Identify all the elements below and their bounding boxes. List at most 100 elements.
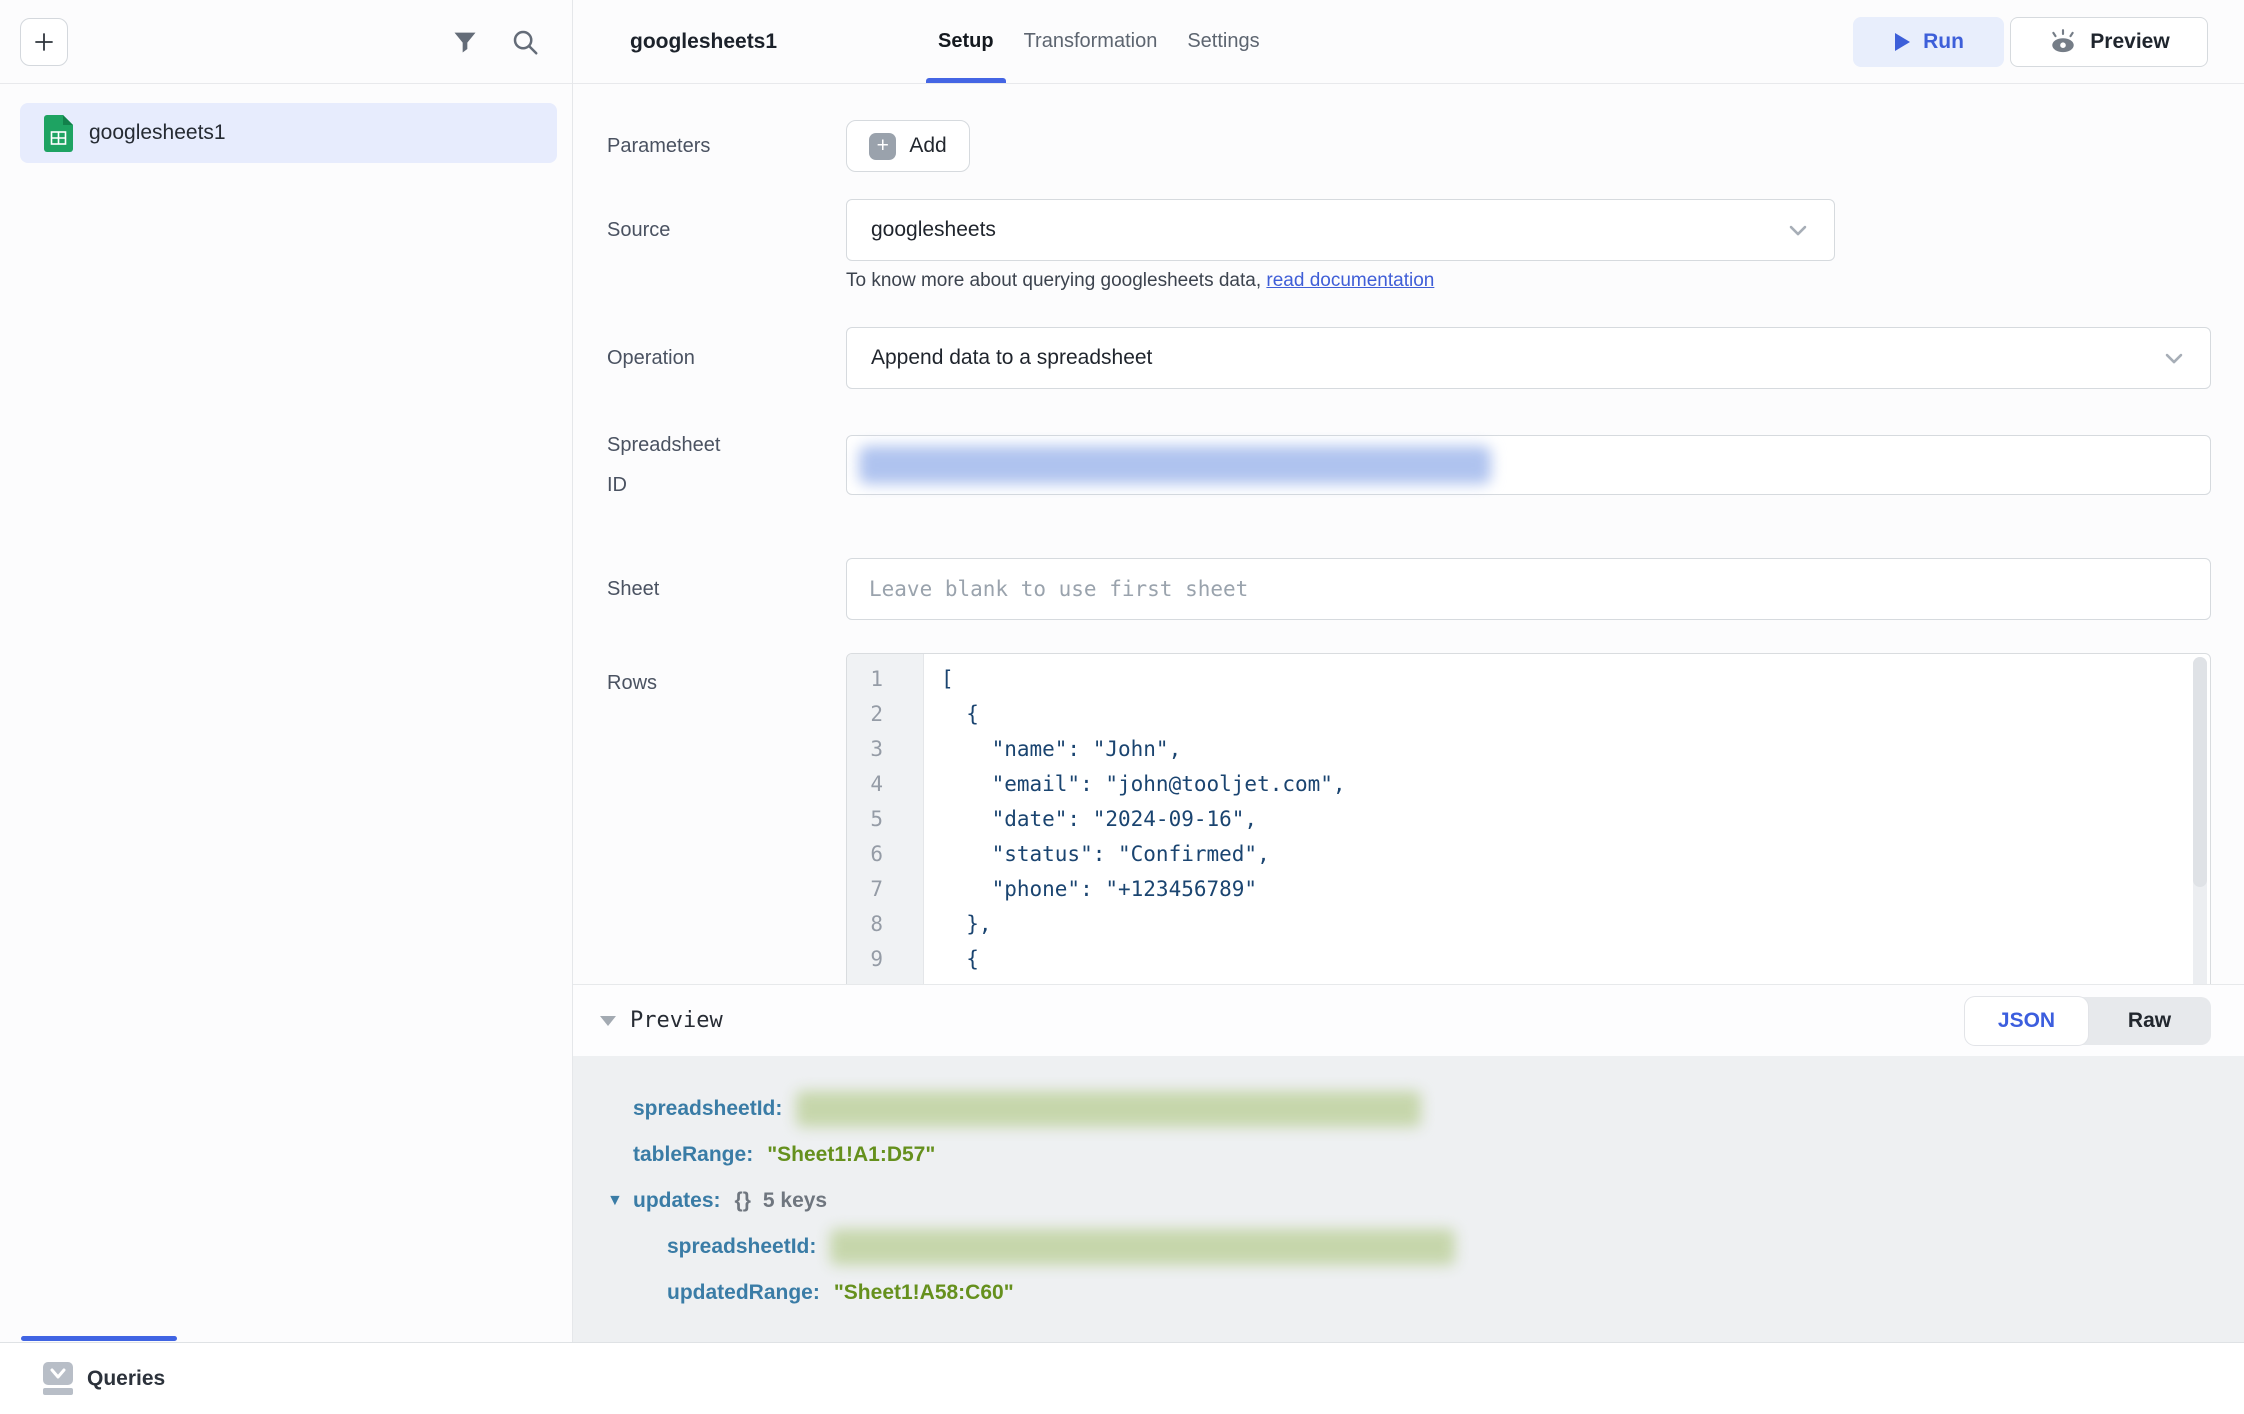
editor-scrollbar-thumb[interactable]: [2193, 657, 2207, 887]
preview-output: spreadsheetId: tableRange: "Sheet1!A1:D5…: [573, 1056, 2244, 1342]
json-key: tableRange:: [633, 1143, 753, 1167]
add-parameter-button[interactable]: + Add: [846, 120, 970, 172]
repeated-line: "phone": "+123456789": [941, 872, 2210, 907]
query-title: googlesheets1: [630, 30, 777, 54]
toggle-json[interactable]: JSON: [1965, 997, 2088, 1045]
spreadsheet-id-input[interactable]: [846, 435, 2211, 495]
editor-tabs: Setup Transformation Settings: [938, 0, 1260, 83]
tab-setup[interactable]: Setup: [938, 0, 994, 83]
query-list: googlesheets1: [0, 84, 572, 163]
repeated-line: 4: [847, 767, 883, 802]
redacted-json-value: [796, 1091, 1421, 1127]
queries-tab-label[interactable]: Queries: [87, 1367, 165, 1391]
editor-code[interactable]: [ { "name": "John", "email": "john@toolj…: [924, 654, 2210, 984]
plus-icon: [32, 30, 56, 54]
panel-bottom-bar: [43, 1388, 73, 1395]
chevron-down-icon: [50, 1368, 66, 1380]
repeated-line: 5: [847, 802, 883, 837]
query-setup-form: Parameters + Add Source googlesheets: [573, 84, 2244, 984]
preview-section-header: Preview JSON Raw: [573, 984, 2244, 1056]
workspace: googlesheets1 googlesheets1 Setup Transf…: [0, 0, 2244, 1342]
json-key: spreadsheetId:: [667, 1235, 816, 1259]
repeated-line: "status": "Confirmed",: [941, 837, 2210, 872]
preview-button-label: Preview: [2090, 30, 2169, 54]
rows-code-editor[interactable]: 12345678910 [ { "name": "John", "email":…: [846, 653, 2211, 984]
json-key: spreadsheetId:: [633, 1097, 782, 1121]
header-actions: Run Preview: [1853, 17, 2208, 67]
repeated-line: [: [941, 662, 2210, 697]
json-value: "Sheet1!A58:C60": [834, 1281, 1014, 1305]
operation-select[interactable]: Append data to a spreadsheet: [846, 327, 2211, 389]
editor-scrollbar[interactable]: [2193, 657, 2207, 984]
preview-mode-toggle: JSON Raw: [1965, 997, 2211, 1045]
queries-tab-active-indicator: [21, 1336, 177, 1341]
search-button[interactable]: [508, 25, 542, 59]
repeated-line: },: [941, 907, 2210, 942]
filter-icon: [451, 28, 479, 56]
parameters-control: + Add: [846, 120, 2211, 172]
preview-section-title: Preview: [630, 1008, 723, 1033]
repeated-line: "name": "John",: [941, 732, 2210, 767]
run-button-label: Run: [1923, 30, 1964, 54]
json-value: "Sheet1!A1:D57": [767, 1143, 935, 1167]
filter-button[interactable]: [448, 25, 482, 59]
app-window: googlesheets1 googlesheets1 Setup Transf…: [0, 0, 2244, 1414]
redacted-spreadsheet-id-value: [859, 446, 1491, 484]
query-editor-header: googlesheets1 Setup Transformation Setti…: [573, 0, 2244, 84]
query-list-item-googlesheets1[interactable]: googlesheets1: [20, 103, 557, 163]
parameters-row: Parameters + Add: [607, 120, 2211, 172]
tab-transformation[interactable]: Transformation: [1024, 0, 1158, 83]
spreadsheet-id-label: Spreadsheet ID: [607, 425, 846, 505]
preview-row-updates: ▼ updates: {} 5 keys: [607, 1182, 2244, 1220]
repeated-line: 3: [847, 732, 883, 767]
search-icon: [510, 27, 540, 57]
preview-row-updated-range: updatedRange: "Sheet1!A58:C60": [667, 1274, 2244, 1312]
bottom-panel-bar: Queries: [0, 1342, 2244, 1414]
read-documentation-link[interactable]: read documentation: [1266, 270, 1434, 291]
toggle-raw[interactable]: Raw: [2088, 997, 2211, 1045]
rows-label: Rows: [607, 653, 846, 703]
collapse-preview-icon[interactable]: [600, 1016, 616, 1026]
query-sidebar: googlesheets1: [0, 0, 573, 1342]
repeated-line: "email": "john@tooljet.com",: [941, 767, 2210, 802]
queries-panel-icon[interactable]: [43, 1362, 73, 1395]
preview-row-spreadsheet-id: spreadsheetId:: [633, 1090, 2244, 1128]
json-key: updatedRange:: [667, 1281, 820, 1305]
repeated-line: "date": "2024-09-16",: [941, 802, 2210, 837]
repeated-line: 1: [847, 662, 883, 697]
add-query-button[interactable]: [20, 18, 68, 66]
sidebar-header: [0, 0, 572, 84]
preview-button[interactable]: Preview: [2010, 17, 2208, 67]
source-select-value: googlesheets: [871, 218, 996, 242]
run-button[interactable]: Run: [1853, 17, 2004, 67]
repeated-line: 2: [847, 697, 883, 732]
source-select[interactable]: googlesheets: [846, 199, 1835, 261]
spreadsheet-id-label-line1: Spreadsheet: [607, 434, 720, 456]
rows-control: 12345678910 [ { "name": "John", "email":…: [846, 653, 2211, 984]
source-helper-text: To know more about querying googlesheets…: [846, 270, 2211, 292]
redacted-json-value: [830, 1229, 1455, 1265]
repeated-line: "name": "Jane",: [941, 977, 2210, 984]
sheet-input[interactable]: [846, 558, 2211, 620]
rows-row: Rows 12345678910 [ { "name": "John", "em…: [607, 653, 2211, 984]
repeated-line: 8: [847, 907, 883, 942]
tab-settings[interactable]: Settings: [1187, 0, 1259, 83]
expand-node-icon[interactable]: ▼: [607, 1192, 624, 1210]
source-control: googlesheets To know more about querying…: [846, 199, 2211, 292]
google-sheets-icon: [44, 115, 73, 152]
spreadsheet-id-control: [846, 435, 2211, 495]
source-row: Source googlesheets To know more about q…: [607, 199, 2211, 292]
json-keys-count: 5 keys: [763, 1189, 827, 1213]
operation-control: Append data to a spreadsheet: [846, 327, 2211, 389]
chevron-down-icon: [2160, 344, 2188, 372]
operation-label: Operation: [607, 338, 846, 378]
eye-icon: [2048, 28, 2078, 56]
spreadsheet-id-label-line2: ID: [607, 474, 627, 496]
editor-line-numbers: 12345678910: [847, 654, 924, 984]
plus-chip-icon: +: [869, 133, 896, 160]
repeated-line: {: [941, 942, 2210, 977]
preview-row-table-range: tableRange: "Sheet1!A1:D57": [633, 1136, 2244, 1174]
source-label: Source: [607, 199, 846, 250]
operation-select-value: Append data to a spreadsheet: [871, 346, 1152, 370]
helper-prefix: To know more about querying googlesheets…: [846, 270, 1266, 291]
